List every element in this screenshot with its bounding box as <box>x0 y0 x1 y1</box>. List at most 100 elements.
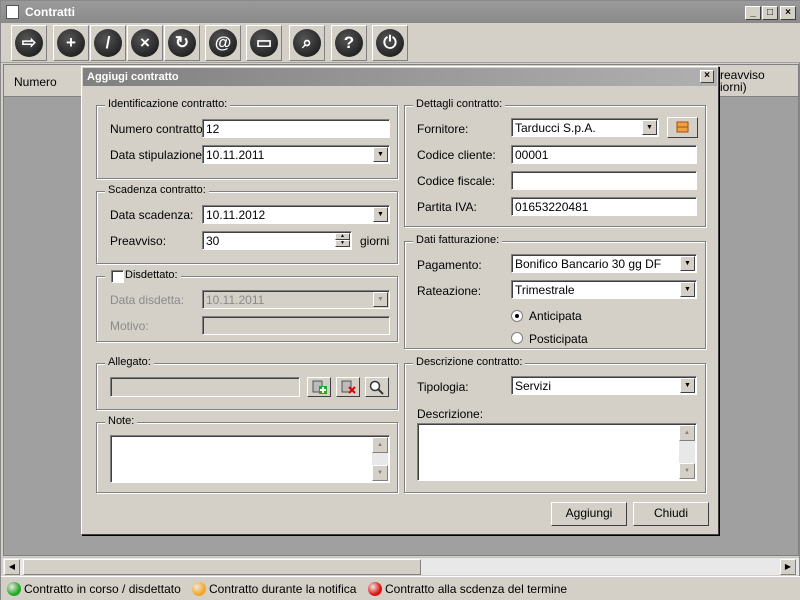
aggiungi-button[interactable]: Aggiungi <box>551 502 627 526</box>
exit-icon: ⇨ <box>15 29 43 57</box>
disdettato-checkbox[interactable] <box>111 270 124 283</box>
minimize-button[interactable]: _ <box>745 6 761 20</box>
delete-button[interactable]: × <box>127 25 163 61</box>
note-group: Note: ▲ ▼ <box>96 415 398 493</box>
search-icon: ⌕ <box>293 29 321 57</box>
add-button[interactable]: + <box>53 25 89 61</box>
status-legend-notifica: Contratto durante la notifica <box>209 582 357 596</box>
scroll-down-arrow-icon[interactable]: ▼ <box>372 465 388 481</box>
anticipata-radio[interactable] <box>511 310 523 322</box>
edit-button[interactable]: / <box>90 25 126 61</box>
column-header-preavviso[interactable]: reavviso iorni) <box>720 69 765 93</box>
scroll-left-arrow-icon[interactable]: ◀ <box>4 559 20 575</box>
refresh-icon: ↻ <box>168 29 196 57</box>
fornitore-details-button[interactable] <box>667 117 698 138</box>
descrizione-textarea[interactable]: ▲ ▼ <box>417 423 697 481</box>
add-attachment-button[interactable] <box>307 377 331 397</box>
help-button[interactable]: ? <box>331 25 367 61</box>
dettagli-group: Dettagli contratto: Fornitore: Tarducci … <box>404 98 706 227</box>
power-icon: ⏻ <box>376 29 404 57</box>
posticipata-radio[interactable] <box>511 332 523 344</box>
note-legend: Note: <box>105 415 138 427</box>
exit-button[interactable]: ⇨ <box>11 25 47 61</box>
fatturazione-legend: Dati fatturazione: <box>413 234 503 246</box>
chevron-down-icon[interactable]: ▼ <box>373 207 388 222</box>
descrizione-label: Descrizione: <box>417 407 484 421</box>
motivo-label: Motivo: <box>110 319 149 333</box>
descrizione-scrollbar[interactable]: ▲ ▼ <box>679 425 695 479</box>
toolbar: ⇨ + / × ↻ @ ▭ ⌕ ? ⏻ <box>1 23 800 63</box>
dialog-title-bar: Aggiugi contratto × <box>83 68 717 86</box>
maximize-button[interactable]: □ <box>762 6 778 20</box>
dettagli-legend: Dettagli contratto: <box>413 98 506 110</box>
disdetta-group: Disdettato: Data disdetta: 10.11.2011 ▼ M… <box>96 269 398 342</box>
codice-fiscale-input[interactable] <box>511 171 697 190</box>
note-textarea[interactable]: ▲ ▼ <box>110 435 390 483</box>
fatturazione-group: Dati fatturazione: Pagamento: Bonifico B… <box>404 234 706 349</box>
chevron-down-icon[interactable]: ▼ <box>373 147 388 162</box>
anticipata-label[interactable]: Anticipata <box>529 309 582 323</box>
red-status-icon <box>368 582 382 596</box>
app-icon <box>6 5 19 19</box>
rateazione-dropdown[interactable]: Trimestrale ▼ <box>511 280 697 299</box>
close-button[interactable]: × <box>780 6 796 20</box>
chevron-down-icon[interactable]: ▼ <box>680 256 695 271</box>
data-stipulazione-value: 10.11.2011 <box>206 148 265 162</box>
partita-iva-input[interactable]: 01653220481 <box>511 197 697 216</box>
search-button[interactable]: ⌕ <box>289 25 325 61</box>
preavviso-label: Preavviso: <box>110 234 167 248</box>
pagamento-dropdown[interactable]: Bonifico Bancario 30 gg DF ▼ <box>511 254 697 273</box>
status-legend-scadenza: Contratto alla scdenza del termine <box>385 582 568 596</box>
data-scadenza-value: 10.11.2012 <box>206 208 266 222</box>
preavviso-stepper[interactable]: 30 ▲ ▼ <box>202 231 352 250</box>
data-scadenza-dropdown[interactable]: 10.11.2012 ▼ <box>202 205 390 224</box>
pagamento-value: Bonifico Bancario 30 gg DF <box>515 257 662 271</box>
numero-contratto-input[interactable]: 12 <box>202 119 390 138</box>
descrizione-legend: Descrizione contratto: <box>413 356 526 368</box>
refresh-button[interactable]: ↻ <box>164 25 200 61</box>
plus-icon: + <box>57 29 85 57</box>
view-attachment-button[interactable] <box>365 377 389 397</box>
print-button[interactable]: ▭ <box>246 25 282 61</box>
remove-attachment-button[interactable] <box>336 377 360 397</box>
partita-iva-label: Partita IVA: <box>417 200 477 214</box>
spinner-arrows-icon[interactable]: ▲ ▼ <box>335 233 350 248</box>
chiudi-button[interactable]: Chiudi <box>633 502 709 526</box>
scroll-up-arrow-icon[interactable]: ▲ <box>679 425 695 441</box>
preavviso-value: 30 <box>206 234 220 248</box>
pencil-icon: / <box>94 29 122 57</box>
scroll-right-arrow-icon[interactable]: ▶ <box>780 559 796 575</box>
email-button[interactable]: @ <box>205 25 241 61</box>
scadenza-legend: Scadenza contratto: <box>105 184 209 196</box>
card-icon <box>676 121 689 133</box>
data-disdetta-value: 10.11.2011 <box>206 293 265 307</box>
print-icon: ▭ <box>250 29 278 57</box>
window-title: Contratti <box>25 5 75 19</box>
note-scrollbar[interactable]: ▲ ▼ <box>372 437 388 481</box>
scroll-down-arrow-icon[interactable]: ▼ <box>679 463 695 479</box>
fornitore-dropdown[interactable]: Tarducci S.p.A. ▼ <box>511 118 659 137</box>
chevron-down-icon[interactable]: ▼ <box>642 120 657 135</box>
tipologia-dropdown[interactable]: Servizi ▼ <box>511 376 697 395</box>
chevron-down-icon[interactable]: ▼ <box>680 378 695 393</box>
add-database-icon <box>312 380 327 394</box>
data-disdetta-label: Data disdetta: <box>110 293 185 307</box>
fornitore-value: Tarducci S.p.A. <box>515 121 596 135</box>
posticipata-label[interactable]: Posticipata <box>529 332 588 346</box>
data-scadenza-label: Data scadenza: <box>110 208 194 222</box>
codice-cliente-label: Codice cliente: <box>417 148 496 162</box>
chevron-down-icon[interactable]: ▼ <box>680 282 695 297</box>
data-stipulazione-dropdown[interactable]: 10.11.2011 ▼ <box>202 145 390 164</box>
codice-fiscale-label: Codice fiscale: <box>417 174 496 188</box>
tipologia-value: Servizi <box>515 379 552 393</box>
horizontal-scrollbar[interactable]: ◀ ▶ <box>3 557 799 575</box>
column-header-numero[interactable]: Numero <box>14 75 57 89</box>
power-button[interactable]: ⏻ <box>372 25 408 61</box>
rateazione-label: Rateazione: <box>417 284 482 298</box>
title-bar: Contratti _ □ × <box>1 1 800 23</box>
dialog-close-button[interactable]: × <box>700 70 714 83</box>
codice-cliente-input[interactable]: 00001 <box>511 145 697 164</box>
scrollbar-thumb[interactable] <box>23 559 421 575</box>
scroll-up-arrow-icon[interactable]: ▲ <box>372 437 388 453</box>
delete-icon: × <box>131 29 159 57</box>
